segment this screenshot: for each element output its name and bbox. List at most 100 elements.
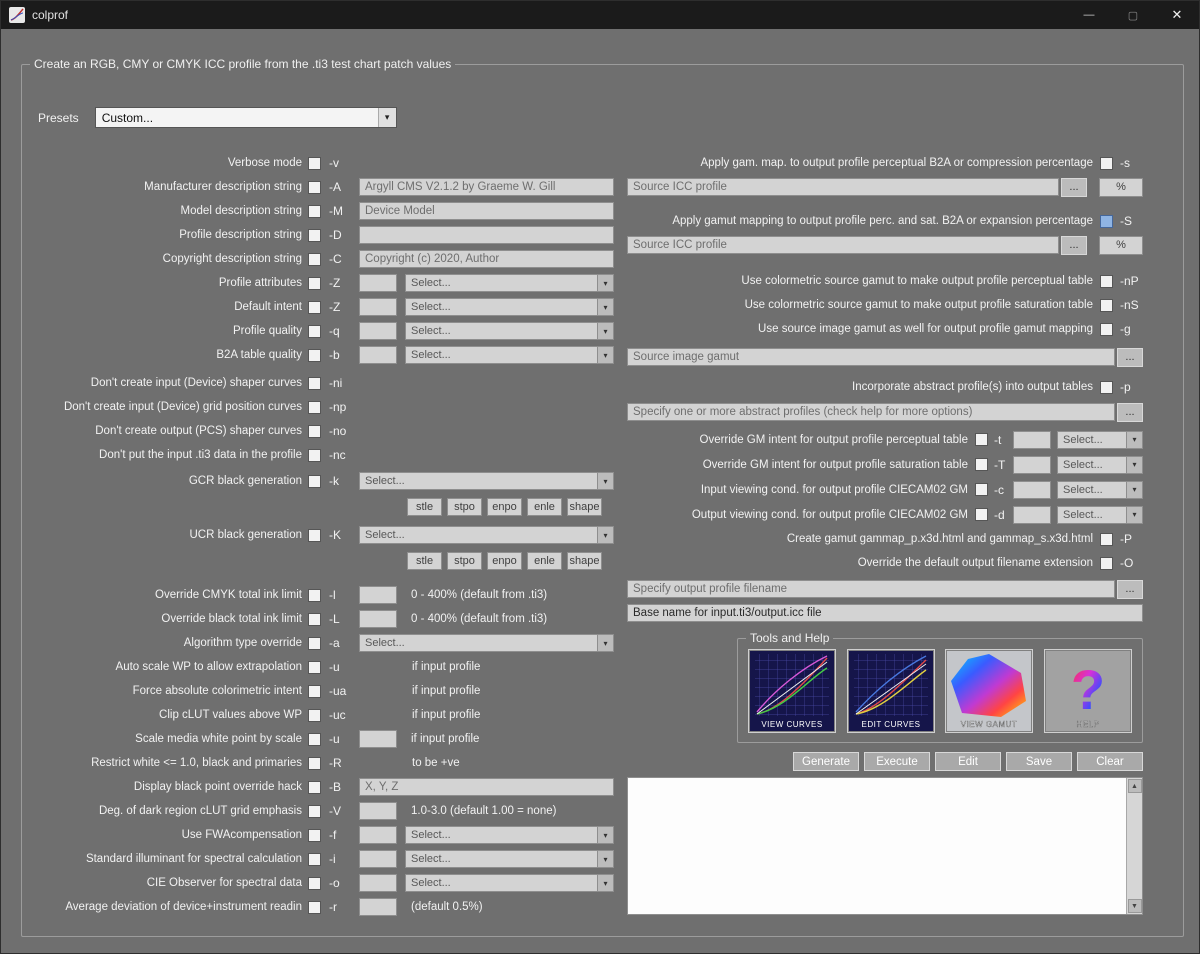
percent-input[interactable]: % <box>1099 235 1143 255</box>
gm-percep-checkbox[interactable] <box>975 433 988 446</box>
dark-emph-checkbox[interactable] <box>308 804 321 818</box>
override-ext-checkbox[interactable] <box>1100 556 1113 570</box>
in-view-dropdown[interactable]: Select... ▾ <box>1057 480 1143 499</box>
col-percep-checkbox[interactable] <box>1100 274 1113 288</box>
copyright-input[interactable]: Copyright (c) 2020, Author <box>359 250 614 268</box>
avg-dev-checkbox[interactable] <box>308 900 321 914</box>
in-view-checkbox[interactable] <box>975 483 988 496</box>
source-icc1-input[interactable]: Source ICC profile <box>627 178 1059 196</box>
gcr-shape-input[interactable]: shape <box>567 498 602 516</box>
ink-limit-input[interactable] <box>359 586 397 604</box>
gm-sat-dropdown[interactable]: Select... ▾ <box>1057 455 1143 474</box>
fwa-checkbox[interactable] <box>308 828 321 842</box>
gcr-stpo-input[interactable]: stpo <box>447 498 482 516</box>
base-name-input[interactable]: Base name for input.ti3/output.icc file <box>627 604 1143 622</box>
scroll-down-icon[interactable]: ▼ <box>1127 899 1142 913</box>
observer-dropdown[interactable]: Select... ▾ <box>405 874 614 892</box>
b2a-quality-value-input[interactable] <box>359 346 397 364</box>
model-input[interactable]: Device Model <box>359 202 614 220</box>
profile-desc-checkbox[interactable] <box>308 228 321 242</box>
create-gamut-checkbox[interactable] <box>1100 532 1113 546</box>
browse-button[interactable]: ... <box>1117 579 1143 599</box>
no-out-shaper-checkbox[interactable] <box>308 424 321 438</box>
browse-button[interactable]: ... <box>1061 177 1087 197</box>
abstract-profiles-input[interactable]: Specify one or more abstract profiles (c… <box>627 403 1115 421</box>
no-in-shaper-checkbox[interactable] <box>308 376 321 390</box>
source-icc2-input[interactable]: Source ICC profile <box>627 236 1059 254</box>
clip-clut-checkbox[interactable] <box>308 708 321 722</box>
gcr-dropdown[interactable]: Select... ▾ <box>359 472 614 490</box>
percent-input[interactable]: % <box>1099 177 1143 197</box>
b2a-quality-dropdown[interactable]: Select... ▾ <box>405 346 614 364</box>
gm-percep-dropdown[interactable]: Select... ▾ <box>1057 430 1143 449</box>
illuminant-checkbox[interactable] <box>308 852 321 866</box>
view-gamut-button[interactable]: VIEW GAMUT <box>945 649 1034 733</box>
gm-sat-checkbox2[interactable] <box>975 458 988 471</box>
out-view-checkbox[interactable] <box>975 508 988 521</box>
attributes-dropdown[interactable]: Select... ▾ <box>405 274 614 292</box>
edit-button[interactable]: Edit <box>935 752 1001 771</box>
algorithm-dropdown[interactable]: Select... ▾ <box>359 634 614 652</box>
out-view-value-input[interactable] <box>1013 505 1051 524</box>
gcr-enpo-input[interactable]: enpo <box>487 498 522 516</box>
default-intent-checkbox[interactable] <box>308 300 321 314</box>
model-checkbox[interactable] <box>308 204 321 218</box>
save-button[interactable]: Save <box>1006 752 1072 771</box>
gm-percep-value-input[interactable] <box>1013 430 1051 449</box>
ucr-shape-input[interactable]: shape <box>567 552 602 570</box>
default-intent-dropdown[interactable]: Select... ▾ <box>405 298 614 316</box>
auto-wp-checkbox[interactable] <box>308 660 321 674</box>
default-intent-value-input[interactable] <box>359 298 397 316</box>
help-button[interactable]: ? HELP <box>1043 649 1132 733</box>
restrict-checkbox[interactable] <box>308 756 321 770</box>
illuminant-dropdown[interactable]: Select... ▾ <box>405 850 614 868</box>
vertical-scrollbar[interactable]: ▲ ▼ <box>1126 778 1142 914</box>
scale-wp-input[interactable] <box>359 730 397 748</box>
browse-button[interactable]: ... <box>1117 347 1143 367</box>
no-ti3-checkbox[interactable] <box>308 448 321 462</box>
black-hack-input[interactable]: X, Y, Z <box>359 778 614 796</box>
quality-value-input[interactable] <box>359 322 397 340</box>
clear-button[interactable]: Clear <box>1077 752 1143 771</box>
ucr-enpo-input[interactable]: enpo <box>487 552 522 570</box>
copyright-checkbox[interactable] <box>308 252 321 266</box>
algorithm-checkbox[interactable] <box>308 636 321 650</box>
ucr-stle-input[interactable]: stle <box>407 552 442 570</box>
scroll-up-icon[interactable]: ▲ <box>1127 779 1142 793</box>
profile-desc-input[interactable] <box>359 226 614 244</box>
browse-button[interactable]: ... <box>1117 402 1143 422</box>
edit-curves-button[interactable]: EDIT CURVES <box>846 649 935 733</box>
img-gamut-checkbox[interactable] <box>1100 322 1113 336</box>
black-limit-input[interactable] <box>359 610 397 628</box>
manufacturer-input[interactable]: Argyll CMS V2.1.2 by Graeme W. Gill <box>359 178 614 196</box>
gcr-checkbox[interactable] <box>308 474 321 488</box>
gam-sat-checkbox[interactable] <box>1100 214 1113 228</box>
source-image-gamut-input[interactable]: Source image gamut <box>627 348 1115 366</box>
browse-button[interactable]: ... <box>1061 235 1087 255</box>
observer-checkbox[interactable] <box>308 876 321 890</box>
gm-sat-value-input[interactable] <box>1013 455 1051 474</box>
presets-dropdown[interactable]: Custom... ▾ <box>94 107 397 128</box>
black-hack-checkbox[interactable] <box>308 780 321 794</box>
titlebar[interactable]: colprof — ▢ ✕ <box>1 1 1199 29</box>
output-log-area[interactable]: ▲ ▼ <box>627 777 1143 915</box>
verbose-checkbox[interactable] <box>308 156 321 170</box>
illuminant-value-input[interactable] <box>359 850 397 868</box>
fwa-value-input[interactable] <box>359 826 397 844</box>
avg-dev-input[interactable] <box>359 898 397 916</box>
force-abs-checkbox[interactable] <box>308 684 321 698</box>
gam-percep-checkbox[interactable] <box>1100 156 1113 170</box>
b2a-quality-checkbox[interactable] <box>308 348 321 362</box>
attributes-value-input[interactable] <box>359 274 397 292</box>
fwa-dropdown[interactable]: Select... ▾ <box>405 826 614 844</box>
view-curves-button[interactable]: VIEW CURVES <box>748 649 836 733</box>
maximize-button[interactable]: ▢ <box>1111 1 1155 29</box>
quality-dropdown[interactable]: Select... ▾ <box>405 322 614 340</box>
black-limit-checkbox[interactable] <box>308 612 321 626</box>
minimize-button[interactable]: — <box>1067 1 1111 29</box>
in-view-value-input[interactable] <box>1013 480 1051 499</box>
execute-button[interactable]: Execute <box>864 752 930 771</box>
dark-emph-input[interactable] <box>359 802 397 820</box>
abstract-checkbox[interactable] <box>1100 380 1113 394</box>
col-sat-checkbox[interactable] <box>1100 298 1113 312</box>
